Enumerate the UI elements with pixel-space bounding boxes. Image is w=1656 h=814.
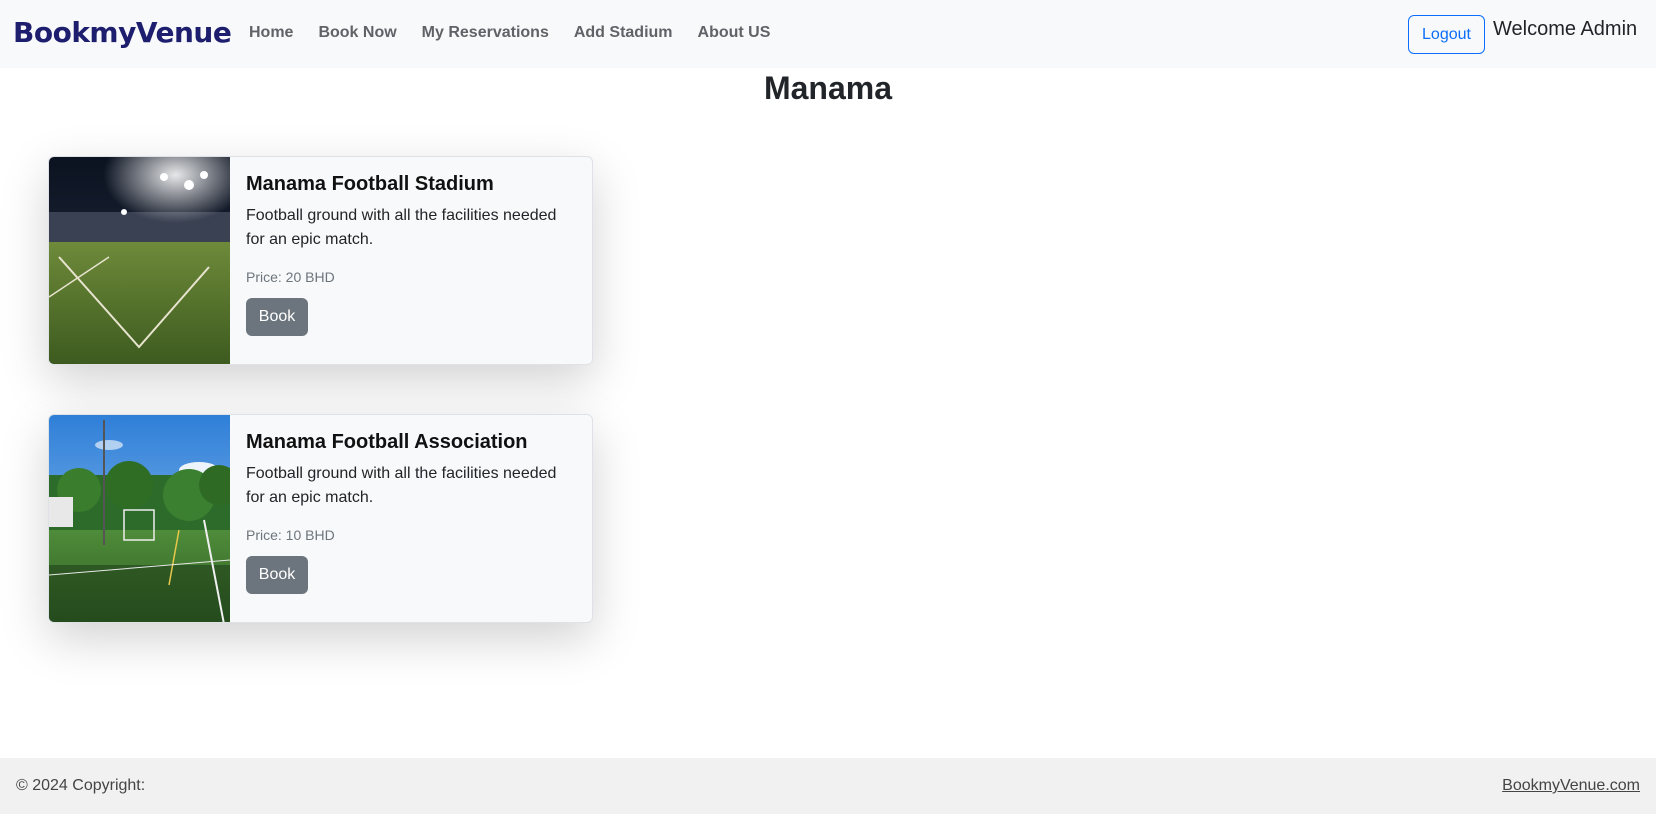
top-navbar: BookmyVenue Home Book Now My Reservation…	[0, 0, 1656, 68]
nav-link-book-now[interactable]: Book Now	[318, 24, 396, 42]
nav-link-about-us[interactable]: About US	[698, 24, 771, 42]
venue-card-body: Manama Football Association Football gro…	[230, 415, 582, 622]
venue-description: Football ground with all the facilities …	[246, 465, 557, 506]
footer-link[interactable]: BookmyVenue.com	[1502, 777, 1640, 795]
venue-card: Manama Football Association Football gro…	[48, 414, 593, 623]
nav-links: Home Book Now My Reservations Add Stadiu…	[249, 24, 770, 42]
nav-link-my-reservations[interactable]: My Reservations	[422, 24, 549, 42]
venue-image-night-stadium	[49, 157, 230, 364]
page-title: Manama	[763, 70, 893, 106]
venue-price: Price: 20 BHD	[246, 269, 335, 285]
page-footer: © 2024 Copyright: BookmyVenue.com	[0, 758, 1656, 814]
nav-link-home[interactable]: Home	[249, 24, 293, 42]
welcome-text: Welcome Admin	[1493, 18, 1638, 40]
nav-link-add-stadium[interactable]: Add Stadium	[574, 24, 673, 42]
venue-name: Manama Football Stadium	[246, 173, 494, 195]
venue-description: Football ground with all the facilities …	[246, 207, 557, 248]
venue-price: Price: 10 BHD	[246, 527, 335, 543]
logout-button[interactable]: Logout	[1408, 15, 1485, 54]
book-button[interactable]: Book	[246, 556, 308, 594]
venue-name: Manama Football Association	[246, 431, 528, 453]
venue-image-day-field	[49, 415, 230, 622]
brand-logo[interactable]: BookmyVenue	[13, 16, 232, 49]
footer-copyright: © 2024 Copyright:	[16, 777, 146, 794]
book-button[interactable]: Book	[246, 298, 308, 336]
venue-card-body: Manama Football Stadium Football ground …	[230, 157, 582, 364]
venue-card: Manama Football Stadium Football ground …	[48, 156, 593, 365]
